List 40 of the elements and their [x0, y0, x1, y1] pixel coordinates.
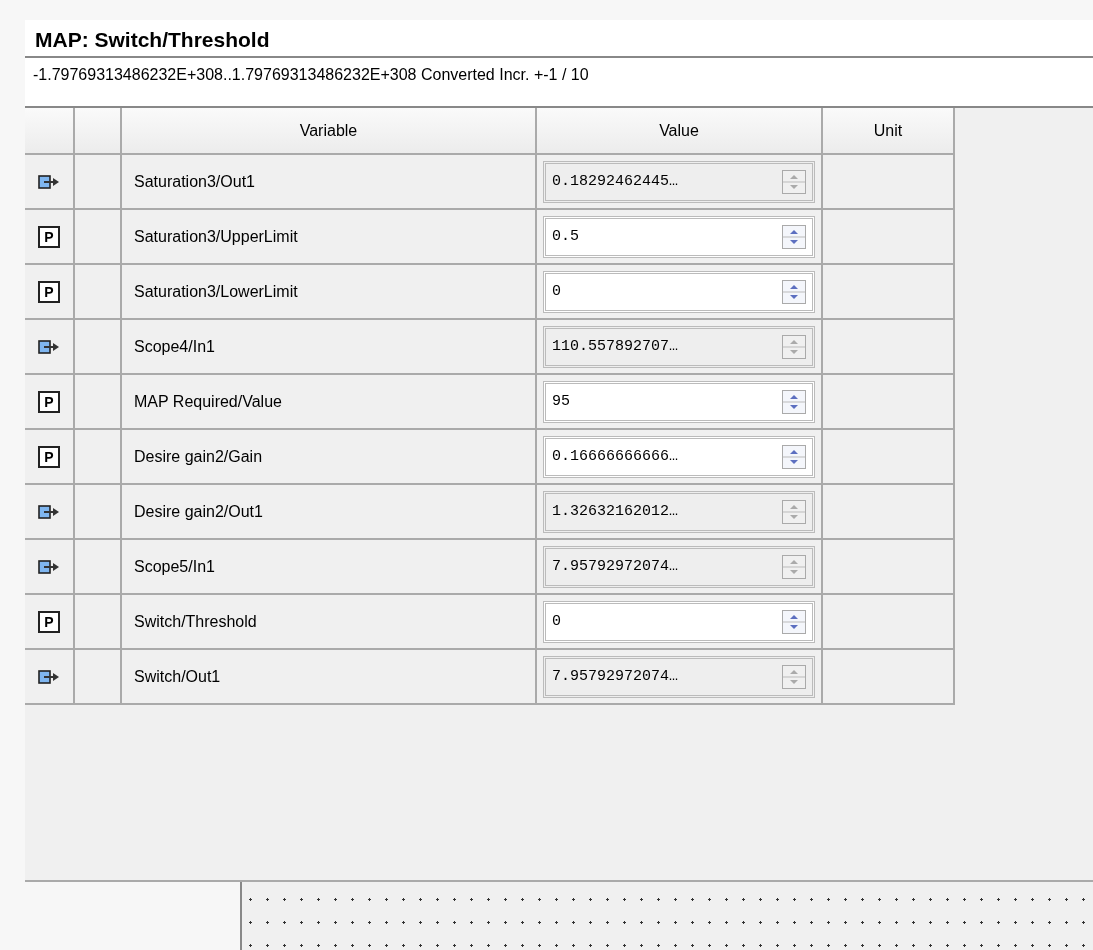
table-cell: Scope5/In1 [122, 540, 537, 593]
parameter-icon: P [38, 280, 60, 303]
spinner-field[interactable]: 0.18292462445… [543, 160, 815, 203]
spinner-field[interactable]: 0.5 [543, 215, 815, 258]
column-header[interactable]: Unit [823, 108, 955, 153]
table-cell: Desire gain2/Gain [122, 430, 537, 483]
table-cell: Desire gain2/Out1 [122, 485, 537, 538]
signal-output-icon [38, 503, 60, 520]
spinner-field[interactable]: 95 [543, 380, 815, 423]
table-cell: Scope4/In1 [122, 320, 537, 373]
parameter-icon: P [38, 225, 60, 248]
table-cell: Saturation3/Out1 [122, 155, 537, 208]
range-text: -1.79769313486232E+308..1.79769313486232E+308 Converted Incr. +-1 / 10 [25, 58, 1093, 108]
signal-output-icon [38, 173, 60, 190]
spinner-field[interactable]: 0 [543, 270, 815, 313]
spin-arrows-icon[interactable] [782, 279, 806, 304]
parameter-icon: P [38, 390, 60, 413]
spinner-field[interactable]: 7.95792972074… [543, 655, 815, 698]
table-cell: Switch/Threshold [122, 595, 537, 648]
column-header[interactable]: Variable [122, 108, 537, 153]
signal-output-icon [38, 668, 60, 685]
table-cell: Switch/Out1 [122, 650, 537, 703]
spin-arrows-icon[interactable] [782, 224, 806, 249]
spinner-field[interactable]: 1.32632162012… [543, 490, 815, 533]
parameter-icon: P [38, 610, 60, 633]
spinner-field[interactable]: 110.557892707… [543, 325, 815, 368]
spinner-field[interactable]: 7.95792972074… [543, 545, 815, 588]
signal-output-icon [38, 338, 60, 355]
spin-arrows-icon[interactable] [782, 389, 806, 414]
table-cell: Saturation3/UpperLimit [122, 210, 537, 263]
column-header[interactable]: Value [537, 108, 823, 153]
signal-output-icon [38, 558, 60, 575]
parameter-icon: P [38, 445, 60, 468]
panel-title: MAP: Switch/Threshold [25, 20, 1093, 58]
table-cell: Saturation3/LowerLimit [122, 265, 537, 318]
spin-arrows-icon[interactable] [782, 444, 806, 469]
spinner-field[interactable]: 0.16666666666… [543, 435, 815, 478]
spinner-field[interactable]: 0 [543, 600, 815, 643]
spin-arrows-icon[interactable] [782, 609, 806, 634]
table-cell: MAP Required/Value [122, 375, 537, 428]
